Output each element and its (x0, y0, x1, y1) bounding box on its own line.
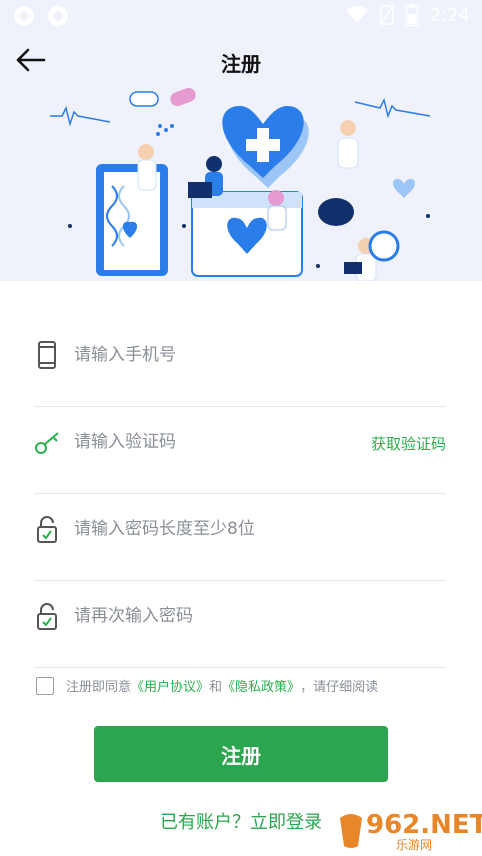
lock-icon (37, 603, 57, 630)
user-agreement-link[interactable]: 《用户协议》 (131, 676, 209, 695)
phone-row (34, 320, 446, 407)
agreement-suffix: ，请仔细阅读 (300, 680, 379, 695)
password-row (34, 494, 446, 581)
medical-illustration (0, 86, 482, 281)
app-header: 注册 (0, 34, 482, 86)
status-time: 2:24 (429, 4, 470, 26)
get-code-button[interactable]: 获取验证码 (371, 433, 446, 454)
agree-checkbox[interactable] (36, 676, 54, 695)
no-sim-icon (379, 5, 394, 25)
password-input[interactable] (74, 514, 354, 544)
watermark-sub: 乐游网 (396, 838, 433, 852)
privacy-policy-link[interactable]: 《隐私政策》 (222, 676, 300, 695)
agreement-prefix: 注册即同意 (66, 680, 132, 695)
confirm-password-row (34, 581, 446, 668)
phone-icon (38, 341, 56, 369)
notification-icon (14, 6, 34, 26)
battery-icon (405, 4, 418, 26)
status-bar: 2:24 (0, 0, 482, 34)
wifi-icon (345, 6, 368, 23)
agreement-and: 和 (209, 680, 223, 695)
phone-input[interactable] (74, 340, 354, 370)
code-row: 获取验证码 (34, 407, 446, 494)
register-form: 获取验证码 (34, 320, 446, 668)
lock-icon (37, 516, 57, 543)
register-button[interactable]: 注册 (94, 726, 388, 782)
confirm-password-input[interactable] (74, 601, 354, 631)
agreement-row: 注册即同意 《用户协议》 和 《隐私政策》 ，请仔细阅读 (36, 676, 378, 695)
key-icon (35, 432, 59, 454)
site-watermark: 962.NET 乐游网 (336, 808, 482, 852)
verification-code-input[interactable] (74, 427, 354, 457)
watermark-logo-icon (340, 814, 362, 848)
page-title: 注册 (221, 52, 261, 76)
notification-icon (48, 6, 68, 26)
